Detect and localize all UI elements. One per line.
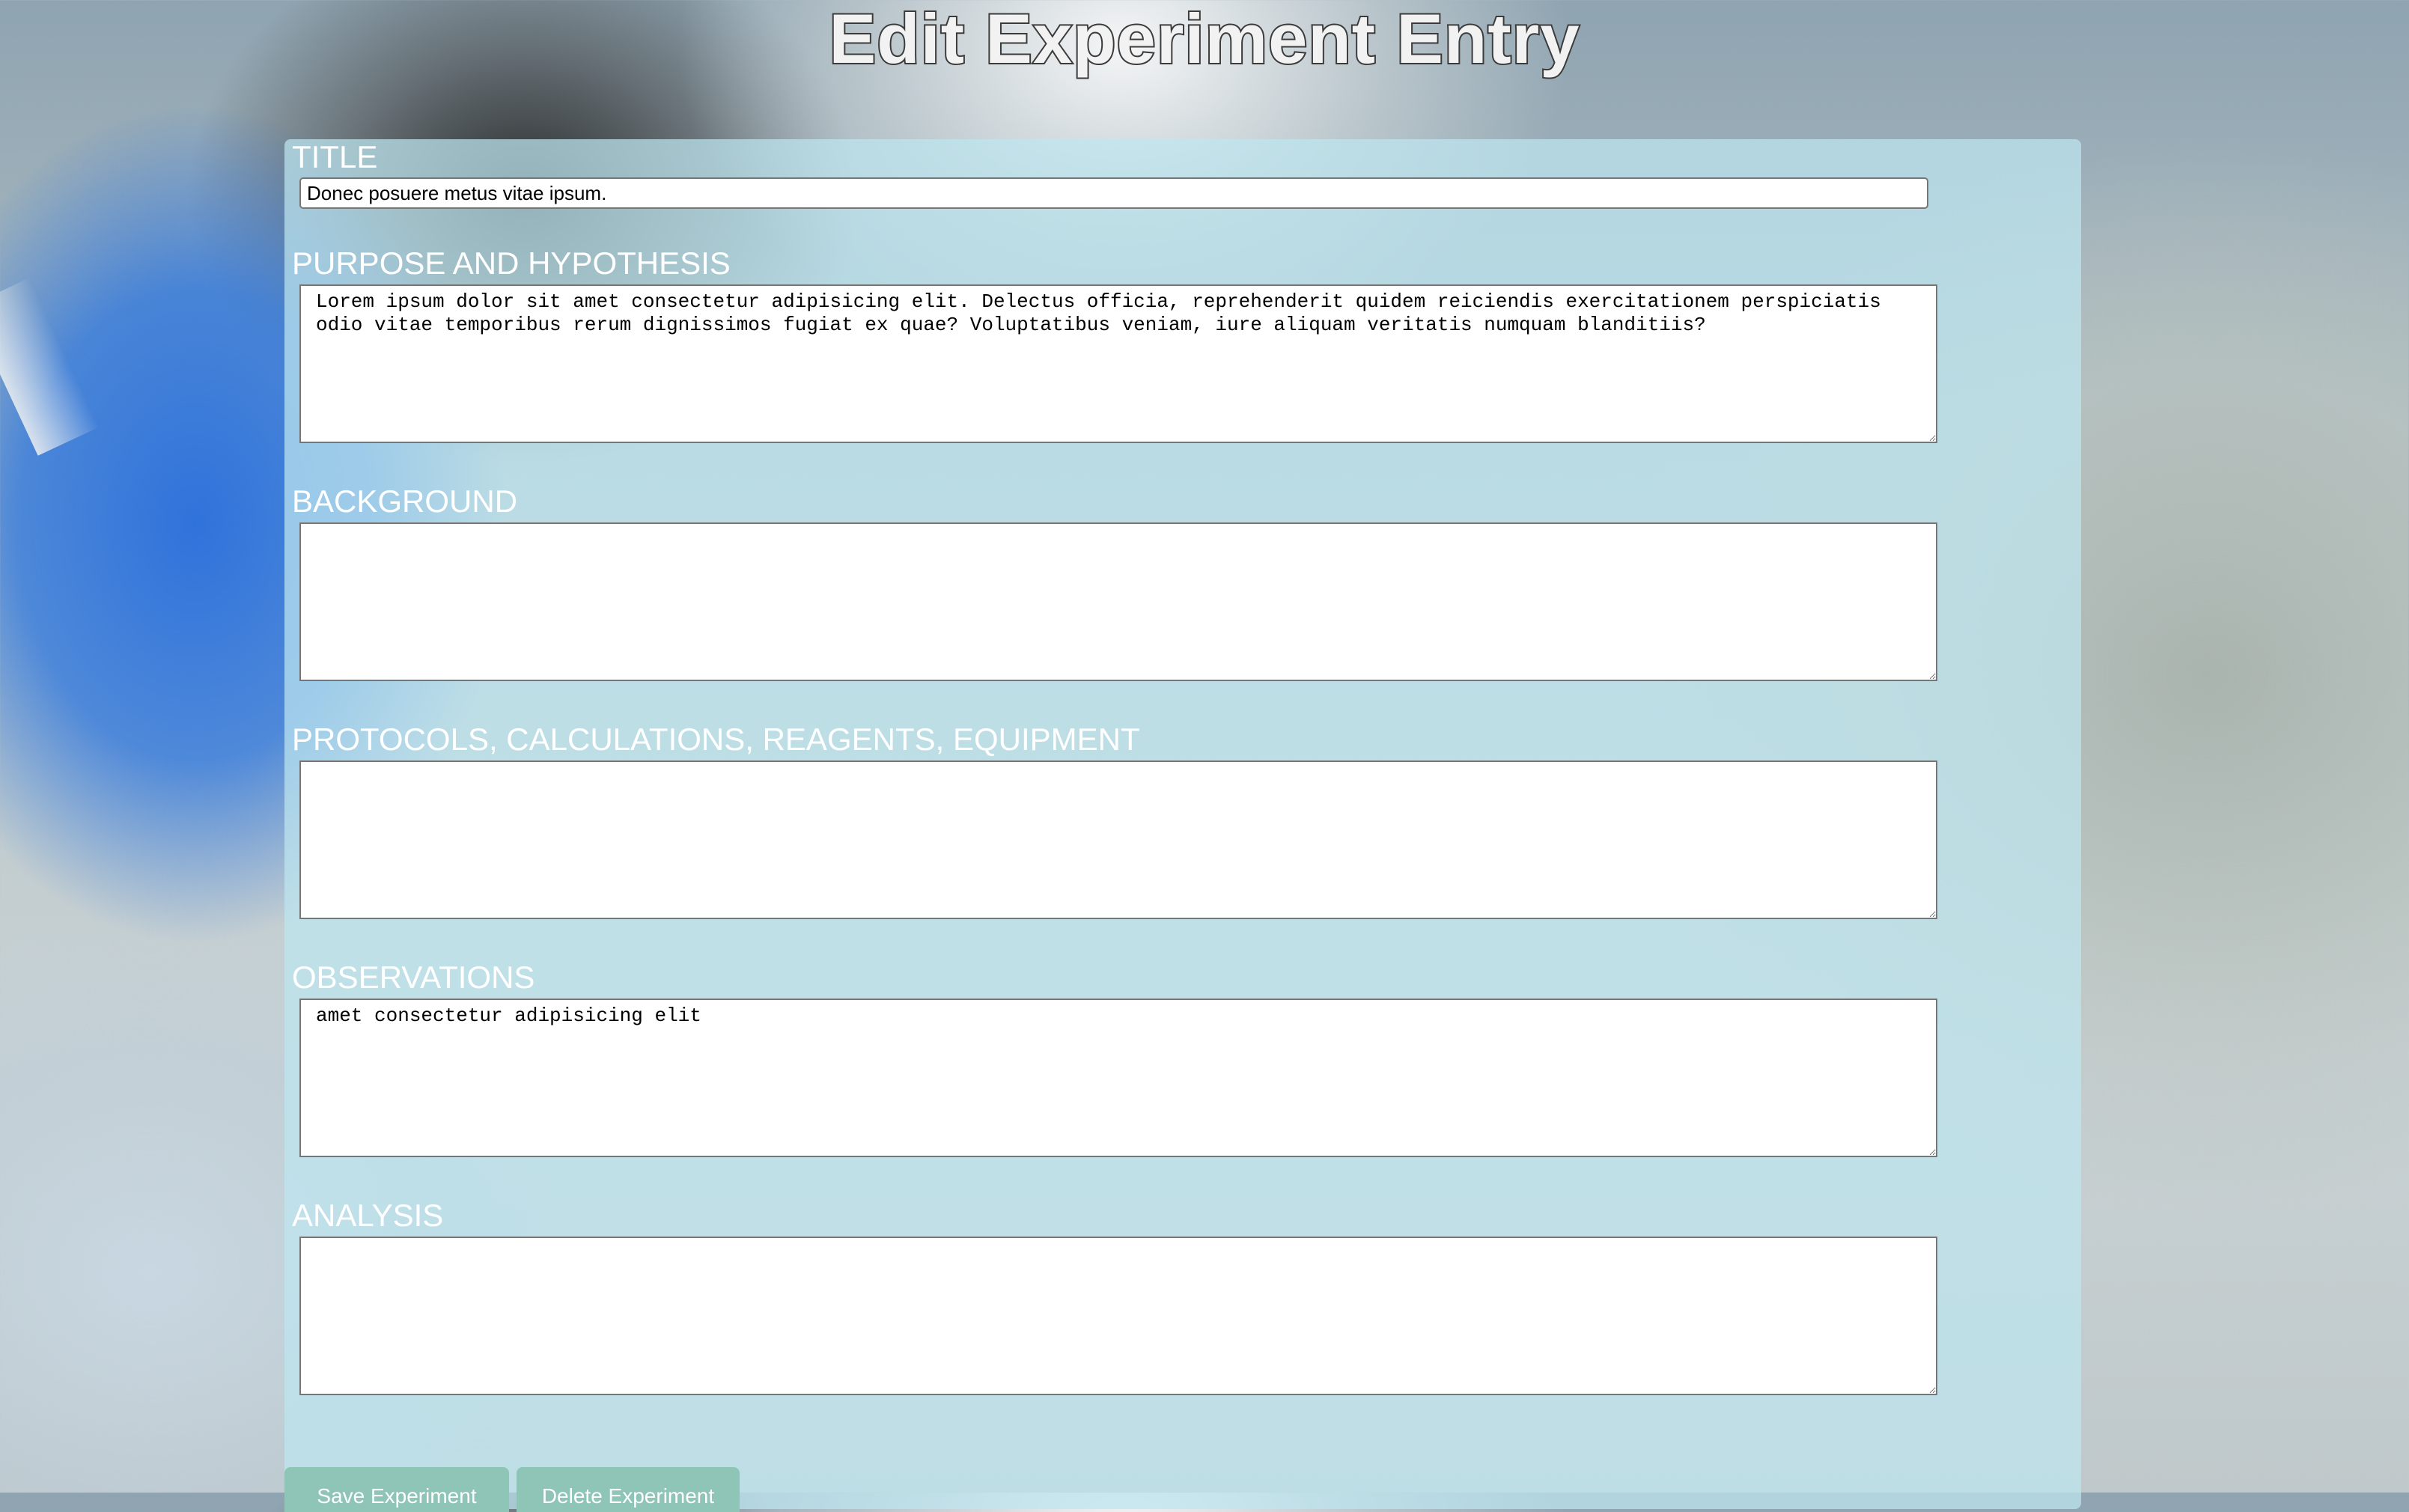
purpose-textarea[interactable]: Lorem ipsum dolor sit amet consectetur a…	[299, 284, 1937, 443]
title-label: TITLE	[292, 139, 378, 174]
title-input[interactable]	[299, 177, 1928, 209]
analysis-textarea[interactable]	[299, 1237, 1937, 1395]
background-label: BACKGROUND	[292, 484, 518, 519]
background-textarea[interactable]	[299, 522, 1937, 681]
observations-textarea[interactable]: amet consectetur adipisicing elit	[299, 999, 1937, 1157]
page-title: Edit Experiment Entry	[828, 0, 1581, 79]
delete-experiment-button[interactable]: Delete Experiment	[517, 1467, 740, 1512]
protocols-textarea[interactable]	[299, 760, 1937, 919]
observations-label: OBSERVATIONS	[292, 960, 535, 995]
experiment-form: TITLE PURPOSE AND HYPOTHESIS Lorem ipsum…	[284, 139, 2081, 1512]
purpose-label: PURPOSE AND HYPOTHESIS	[292, 246, 731, 281]
protocols-label: PROTOCOLS, CALCULATIONS, REAGENTS, EQUIP…	[292, 722, 1140, 757]
background-image-detail	[0, 278, 100, 456]
analysis-label: ANALYSIS	[292, 1198, 444, 1233]
save-experiment-button[interactable]: Save Experiment	[284, 1467, 509, 1512]
